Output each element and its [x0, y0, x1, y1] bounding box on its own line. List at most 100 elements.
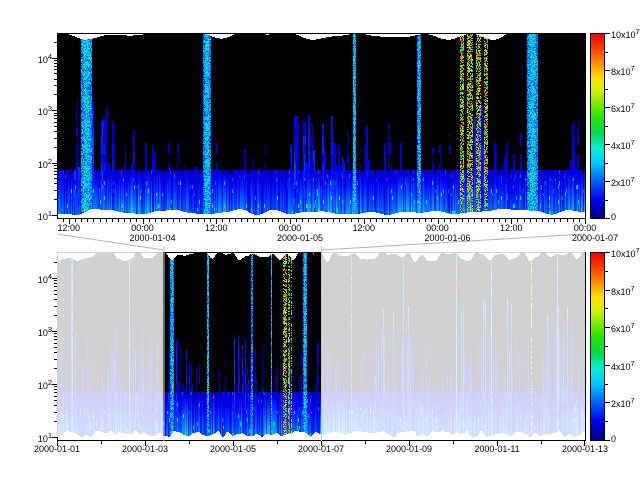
context-y-minor-tick — [54, 280, 57, 281]
detail-x-minor-tick — [560, 219, 561, 222]
context-x-minor-tick — [541, 441, 542, 444]
detail-x-tick-label: 00:00 — [565, 223, 605, 233]
detail-x-minor-tick — [554, 219, 555, 222]
context-y-minor-tick — [54, 396, 57, 397]
detail-x-minor-tick — [136, 219, 137, 222]
detail-y-minor-tick — [54, 73, 57, 74]
detail-x-minor-tick — [548, 219, 549, 222]
detail-x-minor-tick — [106, 219, 107, 222]
context-y-minor-tick — [54, 347, 57, 348]
detail-x-minor-tick — [573, 219, 574, 222]
detail-x-minor-tick — [394, 219, 395, 222]
detail-x-minor-tick — [567, 219, 568, 222]
detail-y-minor-tick — [54, 131, 57, 132]
context-colorbar-minor-tick — [605, 346, 608, 347]
detail-x-minor-tick — [149, 219, 150, 222]
detail-x-minor-tick — [278, 219, 279, 222]
detail-y-major-tick — [52, 58, 57, 59]
detail-x-minor-tick — [315, 219, 316, 222]
context-y-minor-tick — [54, 405, 57, 406]
detail-x-minor-tick — [456, 219, 457, 222]
detail-y-minor-tick — [54, 79, 57, 80]
detail-x-minor-tick — [351, 219, 352, 222]
detail-x-minor-tick — [124, 219, 125, 222]
detail-colorbar-major-tick — [605, 181, 610, 182]
context-colorbar-major-tick — [605, 402, 610, 403]
detail-x-tick-label: 00:00 — [123, 223, 163, 233]
detail-colorbar-major-tick — [605, 144, 610, 145]
detail-colorbar-minor-tick — [605, 163, 608, 164]
detail-x-date-label: 2000-01-04 — [130, 233, 176, 243]
context-x-tick-label: 2000-01-11 — [467, 444, 527, 454]
context-x-tick-label: 2000-01-09 — [379, 444, 439, 454]
detail-colorbar-major-tick — [605, 70, 610, 71]
detail-colorbar-minor-tick — [605, 200, 608, 201]
detail-x-minor-tick — [272, 219, 273, 222]
detail-x-minor-tick — [130, 219, 131, 222]
detail-x-minor-tick — [259, 219, 260, 222]
detail-x-minor-tick — [192, 219, 193, 222]
detail-x-minor-tick — [327, 219, 328, 222]
detail-x-minor-tick — [382, 219, 383, 222]
context-colorbar-major-tick — [605, 290, 610, 291]
context-y-minor-tick — [54, 315, 57, 316]
context-y-minor-tick — [54, 386, 57, 387]
detail-y-minor-tick — [54, 42, 57, 43]
context-y-major-tick — [52, 384, 57, 385]
detail-x-minor-tick — [235, 219, 236, 222]
detail-y-minor-tick — [54, 183, 57, 184]
detail-y-minor-tick — [54, 85, 57, 86]
context-y-minor-tick — [54, 290, 57, 291]
detail-x-minor-tick — [308, 219, 309, 222]
context-y-major-tick — [52, 331, 57, 332]
detail-x-minor-tick — [524, 219, 525, 222]
detail-y-minor-tick — [54, 147, 57, 148]
detail-x-minor-tick — [474, 219, 475, 222]
detail-x-minor-tick — [63, 219, 64, 222]
detail-colorbar-major-tick — [605, 107, 610, 108]
detail-colorbar-tick-label: 6x107 — [611, 101, 635, 114]
detail-colorbar-major-tick — [605, 33, 610, 34]
context-y-minor-tick — [54, 421, 57, 422]
detail-x-date-label: 2000-01-07 — [572, 233, 618, 243]
detail-x-minor-tick — [481, 219, 482, 222]
context-y-minor-tick — [54, 392, 57, 393]
detail-x-minor-tick — [487, 219, 488, 222]
context-y-tick-label: 104 — [24, 272, 52, 285]
context-colorbar-minor-tick — [605, 308, 608, 309]
detail-x-minor-tick — [222, 219, 223, 222]
detail-y-minor-tick — [54, 69, 57, 70]
detail-y-tick-label: 103 — [24, 104, 52, 117]
detail-x-minor-tick — [210, 219, 211, 222]
detail-x-minor-tick — [493, 219, 494, 222]
detail-x-minor-tick — [186, 219, 187, 222]
detail-y-minor-tick — [54, 113, 57, 114]
detail-colorbar-minor-tick — [605, 52, 608, 53]
detail-x-minor-tick — [265, 219, 266, 222]
detail-y-minor-tick — [54, 63, 57, 64]
context-y-minor-tick — [54, 400, 57, 401]
context-dimmed-region-right — [321, 252, 585, 437]
detail-y-minor-tick — [54, 174, 57, 175]
detail-x-minor-tick — [296, 219, 297, 222]
detail-x-minor-tick — [179, 219, 180, 222]
detail-y-tick-label: 104 — [24, 52, 52, 65]
detail-x-tick-label: 12:00 — [196, 223, 236, 233]
detail-y-minor-tick — [54, 126, 57, 127]
detail-colorbar-tick-label: 8x107 — [611, 64, 635, 77]
context-x-tick-label: 2000-01-03 — [115, 444, 175, 454]
detail-x-tick-label: 00:00 — [270, 223, 310, 233]
detail-y-major-tick — [52, 163, 57, 164]
detail-x-minor-tick — [167, 219, 168, 222]
detail-y-minor-tick — [54, 138, 57, 139]
detail-x-tick-label: 12:00 — [491, 223, 531, 233]
detail-x-minor-tick — [530, 219, 531, 222]
context-x-tick-label: 2000-01-13 — [555, 444, 615, 454]
detail-y-minor-tick — [54, 168, 57, 169]
detail-x-date-label: 2000-01-05 — [277, 233, 323, 243]
detail-x-minor-tick — [302, 219, 303, 222]
context-colorbar-tick-label: 10x107 — [611, 246, 640, 259]
detail-x-minor-tick — [204, 219, 205, 222]
detail-colorbar-major-tick — [605, 218, 610, 219]
detail-y-minor-tick — [54, 171, 57, 172]
